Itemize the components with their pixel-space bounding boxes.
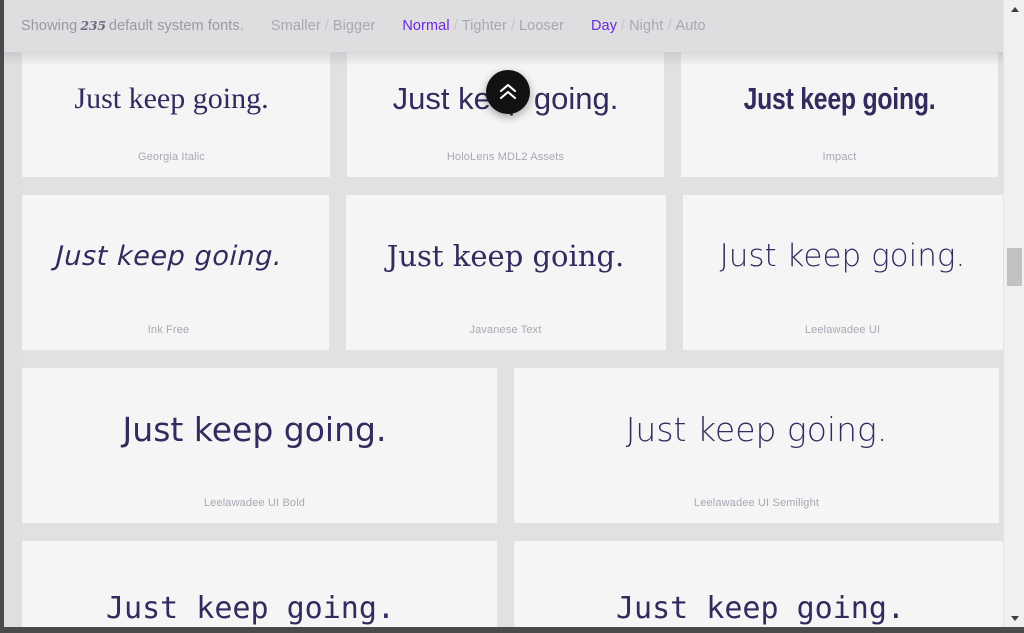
toolbar: Showing 235 default system fonts. Smalle… bbox=[4, 0, 1007, 52]
font-count-status: Showing 235 default system fonts. bbox=[21, 18, 244, 34]
spacing-option-normal[interactable]: Normal bbox=[402, 18, 449, 34]
status-font-count: 235 bbox=[80, 18, 106, 33]
app-window: Showing 235 default system fonts. Smalle… bbox=[0, 0, 1024, 633]
window-bottom-edge bbox=[4, 627, 1024, 630]
font-card-row: Just keep going. Leelawadee UI Bold Just k… bbox=[4, 368, 1007, 523]
font-name-label: Javanese Text bbox=[469, 324, 542, 336]
scrollbar-thumb[interactable] bbox=[1007, 248, 1022, 286]
font-card[interactable]: Just keep going. Leelawadee UI bbox=[682, 195, 1003, 350]
font-sample-text: Just keep going. bbox=[625, 410, 888, 449]
status-prefix: Showing bbox=[21, 18, 78, 34]
spacing-option-looser[interactable]: Looser bbox=[519, 18, 564, 34]
scrollbar-down-button[interactable] bbox=[1004, 609, 1024, 627]
theme-option-day[interactable]: Day bbox=[591, 18, 617, 34]
page-viewport: Showing 235 default system fonts. Smalle… bbox=[4, 0, 1007, 630]
spacing-option-tighter[interactable]: Tighter bbox=[462, 18, 507, 34]
vertical-scrollbar[interactable] bbox=[1003, 0, 1024, 630]
font-sample-text: Just keep going. bbox=[719, 238, 966, 274]
font-card-grid: Just keep going.Georgia ItalicJust keep … bbox=[4, 52, 1007, 630]
scroll-up-arrow-icon bbox=[1010, 6, 1019, 12]
font-card[interactable]: Just keep going. bbox=[4, 541, 497, 630]
font-card[interactable]: Just keep going. Ink Free bbox=[8, 195, 329, 350]
font-card[interactable]: Just keep going. Georgia Italic bbox=[13, 52, 330, 177]
option-separator: / bbox=[324, 18, 329, 34]
font-name-label: Impact bbox=[822, 151, 857, 163]
scroll-to-top-button[interactable] bbox=[486, 70, 530, 114]
option-separator: / bbox=[510, 18, 516, 34]
font-sample-text: Just keep going. bbox=[106, 590, 395, 626]
font-sample-text: Just keep going. bbox=[54, 241, 283, 272]
font-sample-text: Just keep going. bbox=[74, 81, 269, 115]
font-sample-text: Just keep going. bbox=[386, 239, 625, 273]
font-sample-text: Just keep going. bbox=[122, 410, 387, 449]
font-card[interactable]: Just keep going. Javanese Text bbox=[345, 195, 666, 350]
theme-option-auto[interactable]: Auto bbox=[675, 18, 705, 34]
double-chevron-up-icon bbox=[497, 82, 519, 102]
font-sample-text: Just keep going. bbox=[616, 590, 905, 626]
scrollbar-up-button[interactable] bbox=[1004, 0, 1024, 18]
font-card[interactable]: Just keep going. Leelawadee UI Bold bbox=[12, 368, 497, 523]
font-name-label: Ink Free bbox=[147, 324, 190, 336]
scrollbar-track[interactable] bbox=[1004, 18, 1024, 609]
font-name-label: Leelawadee UI Bold bbox=[203, 497, 306, 509]
font-card[interactable]: Just keep going. Leelawadee UI Semilight bbox=[514, 368, 999, 523]
size-option-bigger[interactable]: Bigger bbox=[333, 18, 376, 34]
option-separator: / bbox=[453, 18, 458, 34]
status-suffix: default system fonts. bbox=[108, 18, 244, 34]
font-name-label: Leelawadee UI Semilight bbox=[693, 497, 820, 509]
theme-option-night[interactable]: Night bbox=[629, 18, 663, 34]
font-card[interactable]: Just keep going. bbox=[514, 541, 1007, 630]
theme-option-group: Day / Night / Auto bbox=[591, 18, 706, 34]
option-separator: / bbox=[621, 18, 626, 34]
font-name-label: Georgia Italic bbox=[138, 151, 205, 163]
font-name-label: HoloLens MDL2 Assets bbox=[446, 151, 565, 163]
spacing-option-group: Normal / Tighter / Looser bbox=[402, 18, 564, 34]
option-separator: / bbox=[667, 18, 672, 34]
font-card[interactable]: Just keep going. Impact bbox=[681, 52, 998, 177]
font-card-row: Just keep going. Ink Free Just keep going.… bbox=[4, 195, 1007, 350]
font-sample-text: Just keep going. bbox=[743, 81, 936, 116]
size-option-smaller[interactable]: Smaller bbox=[271, 18, 321, 34]
size-option-group: Smaller / Bigger bbox=[271, 18, 375, 34]
font-card-row: Just keep going. Just keep going. bbox=[4, 541, 1007, 630]
font-name-label: Leelawadee UI bbox=[804, 324, 881, 336]
scroll-down-arrow-icon bbox=[1010, 615, 1019, 621]
